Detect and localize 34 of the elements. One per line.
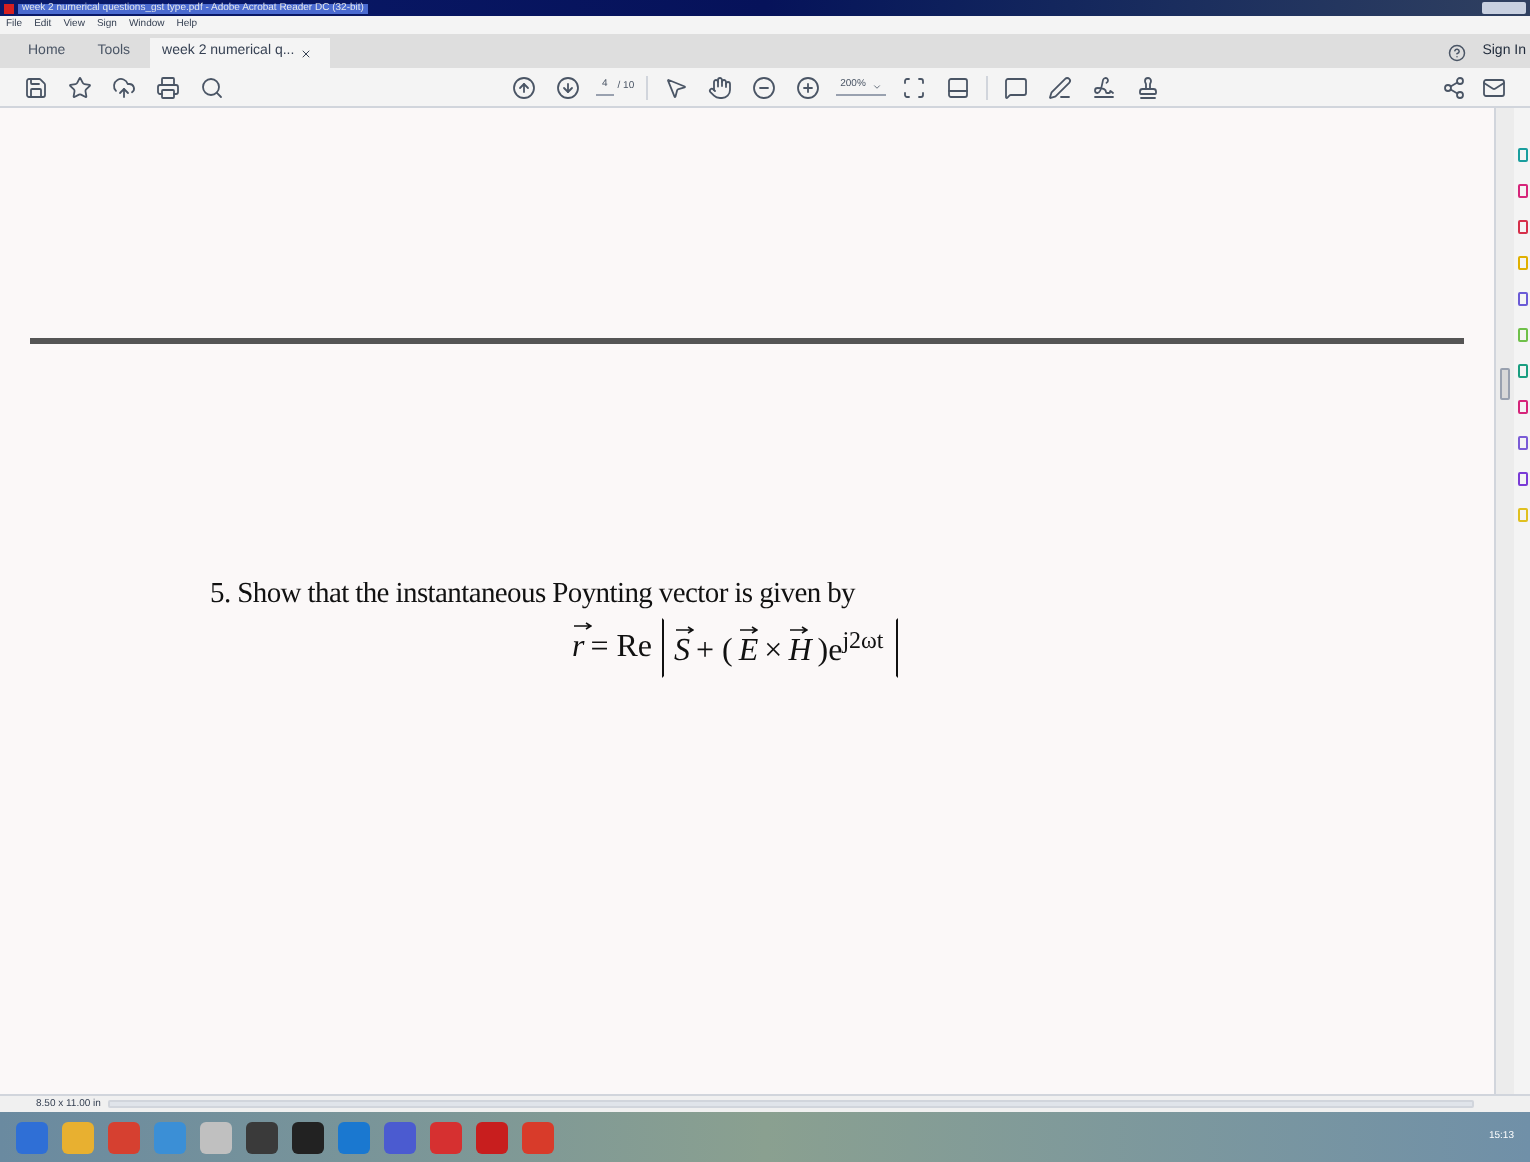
tool-icon[interactable] bbox=[1517, 364, 1527, 378]
app-icon bbox=[4, 3, 14, 13]
app-icon[interactable] bbox=[292, 1121, 324, 1153]
scroll-thumb[interactable] bbox=[1500, 368, 1510, 400]
print-icon[interactable] bbox=[152, 71, 184, 103]
tool-icon[interactable] bbox=[1517, 436, 1527, 450]
zoom-in-icon[interactable] bbox=[792, 71, 825, 103]
tool-icon[interactable] bbox=[1517, 400, 1527, 414]
hand-icon[interactable] bbox=[704, 71, 737, 103]
star-icon[interactable] bbox=[64, 71, 96, 103]
vertical-scrollbar[interactable] bbox=[1494, 108, 1514, 1094]
pen-icon[interactable] bbox=[1043, 71, 1076, 103]
question-text: 5. Show that the instantaneous Poynting vector is given by bbox=[210, 580, 858, 609]
tool-icon[interactable] bbox=[1517, 148, 1527, 162]
math-symbol: E bbox=[738, 633, 759, 667]
tool-icon[interactable] bbox=[1517, 184, 1527, 198]
share-icon[interactable] bbox=[1438, 71, 1470, 103]
math-text: = Re bbox=[590, 627, 653, 667]
zoom-out-icon[interactable] bbox=[748, 71, 781, 103]
tool-icon[interactable] bbox=[1517, 292, 1527, 306]
math-symbol: r bbox=[572, 629, 585, 663]
math-text: + ( bbox=[696, 631, 733, 671]
caret-icon bbox=[871, 81, 882, 91]
math-symbol: S bbox=[674, 633, 691, 667]
math-symbol: H bbox=[788, 633, 812, 667]
math-text: )e$^{j2ωt}$ bbox=[817, 627, 884, 671]
help-icon[interactable] bbox=[1448, 44, 1467, 62]
next-page-icon[interactable] bbox=[552, 71, 584, 103]
close-icon[interactable] bbox=[300, 47, 313, 59]
math-text: × bbox=[764, 631, 783, 671]
previous-page-icon[interactable] bbox=[508, 71, 540, 103]
tool-icon[interactable] bbox=[1517, 220, 1527, 234]
tool-icon[interactable] bbox=[1517, 472, 1527, 486]
app-icon[interactable] bbox=[246, 1121, 278, 1153]
